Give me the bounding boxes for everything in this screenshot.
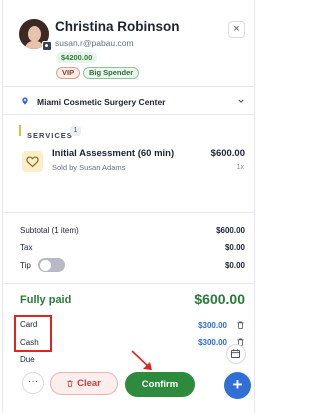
- payment-status-label: Fully paid: [20, 294, 72, 306]
- calendar-button[interactable]: [226, 344, 246, 364]
- map-pin-icon: [22, 97, 28, 105]
- location-selector[interactable]: Miami Cosmetic Surgery Center: [3, 89, 254, 113]
- service-price: $600.00: [210, 148, 245, 159]
- due-label: Due: [20, 355, 35, 364]
- add-fab-button[interactable]: +: [224, 372, 251, 399]
- customer-header: Christina Robinson susan.r@pabau.com $42…: [3, 0, 254, 85]
- service-quantity: 1x: [236, 164, 244, 171]
- annotation-arrow-icon: [131, 350, 152, 370]
- subtotal-label: Subtotal (1 item): [20, 226, 79, 235]
- tag-big-spender: Big Spender: [83, 67, 140, 79]
- more-options-button[interactable]: ···: [22, 372, 44, 394]
- calendar-icon: [231, 349, 241, 359]
- customer-email: susan.r@pabau.com: [55, 38, 134, 48]
- location-name: Miami Cosmetic Surgery Center: [37, 97, 166, 107]
- confirm-button[interactable]: Confirm: [125, 372, 195, 397]
- clear-button[interactable]: Clear: [50, 372, 118, 395]
- clear-button-label: Clear: [77, 378, 101, 389]
- service-staff: Sold by Susan Adams: [52, 163, 126, 172]
- annotation-highlight-box: [14, 315, 52, 352]
- service-name: Initial Assessment (60 min): [52, 148, 175, 159]
- close-button[interactable]: ×: [228, 21, 245, 38]
- divider: [3, 283, 254, 284]
- profile-badge-icon: [42, 41, 52, 51]
- services-section-header: SERVICES: [19, 125, 73, 140]
- services-count-badge: 1: [70, 126, 81, 136]
- tag-vip: VIP: [56, 67, 81, 79]
- divider: [3, 114, 254, 115]
- divider: [3, 86, 254, 87]
- tip-label: Tip: [20, 261, 31, 270]
- trash-icon[interactable]: [237, 321, 244, 329]
- services-title: SERVICES: [27, 131, 73, 140]
- divider: [3, 212, 254, 213]
- tip-value: $0.00: [224, 261, 245, 270]
- checkout-panel: Christina Robinson susan.r@pabau.com $42…: [2, 0, 255, 413]
- tax-label: Tax: [20, 243, 33, 252]
- tip-toggle[interactable]: [38, 258, 65, 272]
- payment-method-cash-value[interactable]: $300.00: [198, 338, 227, 347]
- heart-icon: [22, 151, 43, 172]
- avatar[interactable]: [19, 19, 52, 51]
- customer-name[interactable]: Christina Robinson: [55, 19, 180, 34]
- chevron-down-icon: [238, 99, 244, 103]
- tax-value: $0.00: [224, 243, 245, 252]
- subtotal-value: $600.00: [216, 226, 245, 235]
- payment-status-value: $600.00: [194, 291, 245, 307]
- balance-badge: $4200.00: [56, 52, 98, 63]
- payment-method-card-value[interactable]: $300.00: [198, 321, 227, 330]
- trash-icon: [67, 380, 73, 387]
- toggle-knob: [39, 259, 51, 271]
